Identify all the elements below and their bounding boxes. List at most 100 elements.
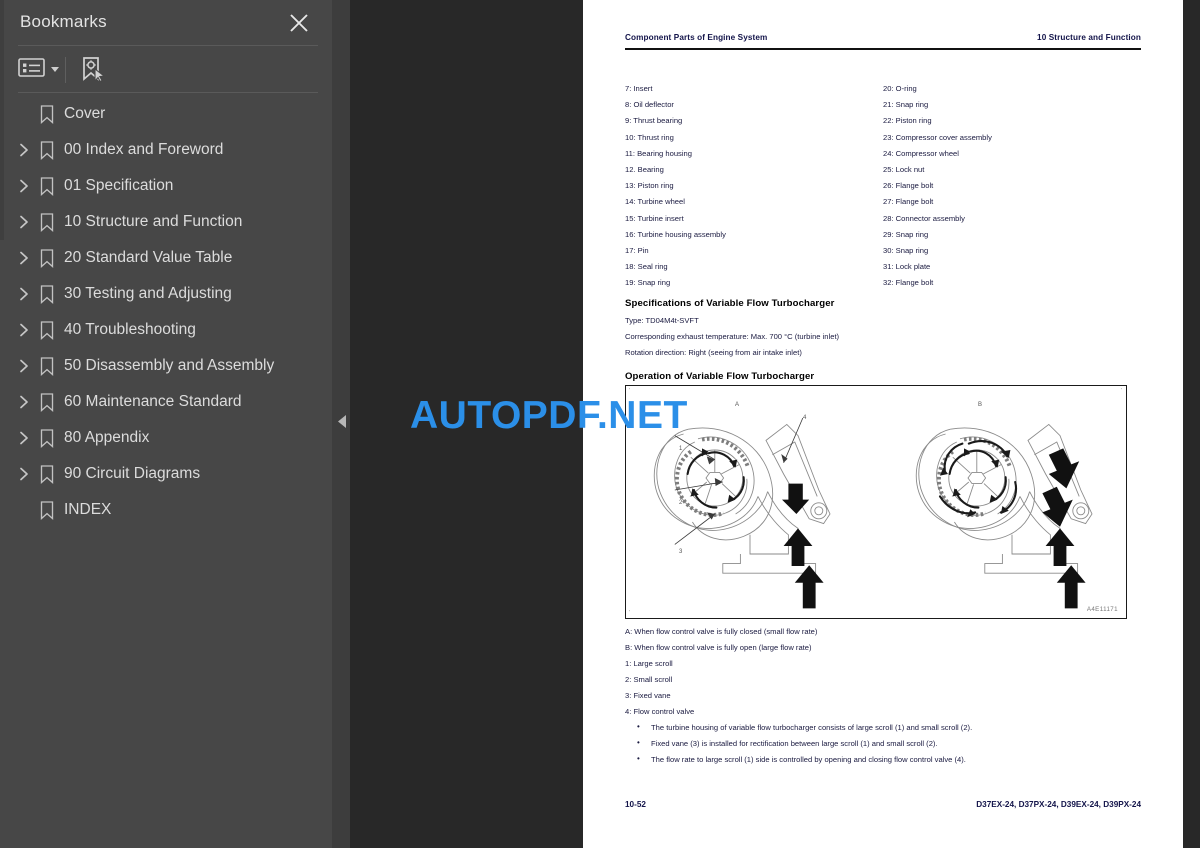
bookmark-item[interactable]: 10 Structure and Function xyxy=(0,204,332,240)
part-entry: 25: Lock nut xyxy=(883,165,925,175)
figure-note: 4: Flow control valve xyxy=(625,707,695,717)
document-viewer[interactable]: Component Parts of Engine System 10 Stru… xyxy=(350,0,1200,848)
part-entry: 11: Bearing housing xyxy=(625,148,692,158)
bookmarks-header: Bookmarks xyxy=(0,0,332,47)
parts-list-right: 20: O-ring 21: Snap ring 22: Piston ring 23… xyxy=(883,81,992,292)
figure-note: 1: Large scroll xyxy=(625,659,673,669)
chevron-right-icon[interactable] xyxy=(14,420,34,456)
part-entry: 10: Thrust ring xyxy=(625,132,674,142)
bookmark-icon xyxy=(37,492,57,528)
chevron-left-icon xyxy=(337,414,348,434)
figure-callout-2: 2 xyxy=(679,500,683,506)
page-footer-left: 10-52 xyxy=(625,800,646,809)
part-entry: 14: Turbine wheel xyxy=(625,197,685,207)
pdf-page: Component Parts of Engine System 10 Stru… xyxy=(583,0,1183,848)
bookmark-icon xyxy=(37,312,57,348)
bookmark-item[interactable]: 50 Disassembly and Assembly xyxy=(0,348,332,384)
chevron-right-icon[interactable] xyxy=(14,276,34,312)
figure-note: A: When flow control valve is fully clos… xyxy=(625,627,818,636)
bookmark-icon xyxy=(37,204,57,240)
part-entry: 32: Flange bolt xyxy=(883,278,934,288)
bookmark-icon xyxy=(37,456,57,492)
bookmark-options-button[interactable] xyxy=(18,56,59,83)
part-entry: 27: Flange bolt xyxy=(883,197,934,207)
close-icon[interactable] xyxy=(286,10,312,36)
figure-note: B: When flow control valve is fully open… xyxy=(625,643,812,653)
header-divider xyxy=(18,45,318,46)
part-entry: 30: Snap ring xyxy=(883,246,929,256)
figure-notes: A: When flow control valve is fully clos… xyxy=(625,624,817,721)
figure-callout-4: 4 xyxy=(803,415,807,421)
page-footer-right: D37EX-24, D37PX-24, D39EX-24, D39PX-24 xyxy=(976,800,1141,809)
chevron-right-icon[interactable] xyxy=(14,456,34,492)
part-entry: 22: Piston ring xyxy=(883,116,932,126)
figure-bullets: The turbine housing of variable flow tur… xyxy=(633,719,972,768)
chevron-right-icon[interactable] xyxy=(14,168,34,204)
figure-bullet: The flow rate to large scroll (1) side i… xyxy=(633,751,972,768)
select-bookmark-button[interactable] xyxy=(78,56,106,87)
parts-list-left: 7: Insert 8: Oil deflector 9: Thrust beari… xyxy=(625,81,726,292)
turbocharger-figure: ' ' ' A B 1 2 3 4 A4E11171 xyxy=(625,385,1127,619)
bookmark-icon xyxy=(37,348,57,384)
page-header-rule xyxy=(625,48,1141,50)
bookmark-item[interactable]: 90 Circuit Diagrams xyxy=(0,456,332,492)
part-entry: 20: O-ring xyxy=(883,84,917,93)
bookmark-item[interactable]: 00 Index and Foreword xyxy=(0,132,332,168)
chevron-right-icon[interactable] xyxy=(14,204,34,240)
page-header-left: Component Parts of Engine System xyxy=(625,33,768,42)
part-entry: 12. Bearing xyxy=(625,165,664,175)
toolbar-separator xyxy=(65,57,66,83)
collapse-sidebar-handle[interactable] xyxy=(336,412,348,436)
bookmark-item-label: 30 Testing and Adjusting xyxy=(64,285,232,302)
part-entry: 18: Seal ring xyxy=(625,262,668,272)
bookmark-item-label: Cover xyxy=(64,105,106,122)
part-entry: 21: Snap ring xyxy=(883,100,929,110)
bookmarks-toolbar xyxy=(0,47,332,94)
bookmark-item[interactable]: 40 Troubleshooting xyxy=(0,312,332,348)
bookmark-item[interactable]: 60 Maintenance Standard xyxy=(0,384,332,420)
part-entry: 16: Turbine housing assembly xyxy=(625,229,726,239)
toolbar-divider xyxy=(18,92,318,93)
bookmark-icon xyxy=(37,384,57,420)
bookmark-item[interactable]: 80 Appendix xyxy=(0,420,332,456)
chevron-down-icon xyxy=(51,67,59,72)
spec-line-rotation-direction: Rotation direction: Right (seeing from a… xyxy=(625,348,802,357)
part-entry: 23: Compressor cover assembly xyxy=(883,132,992,142)
part-entry: 9: Thrust bearing xyxy=(625,116,683,126)
pdf-reader-window: Bookmarks Cover 00 Index and Foreword 01… xyxy=(0,0,1200,848)
part-entry: 28: Connector assembly xyxy=(883,213,965,223)
bookmarks-list: Cover 00 Index and Foreword 01 Specificati… xyxy=(0,96,332,528)
bookmark-item[interactable]: INDEX xyxy=(0,492,332,528)
figure-bullet: Fixed vane (3) is installed for rectific… xyxy=(633,735,972,752)
list-options-icon xyxy=(18,56,45,83)
part-entry: 15: Turbine insert xyxy=(625,213,684,223)
figure-callout-3: 3 xyxy=(679,549,683,555)
bookmark-item[interactable]: 30 Testing and Adjusting xyxy=(0,276,332,312)
bookmark-item-label: 20 Standard Value Table xyxy=(64,249,233,266)
chevron-right-icon[interactable] xyxy=(14,348,34,384)
part-entry: 19: Snap ring xyxy=(625,278,671,288)
part-entry: 24: Compressor wheel xyxy=(883,148,959,158)
bookmark-icon xyxy=(37,240,57,276)
bookmark-item-label: 01 Specification xyxy=(64,177,174,194)
bookmark-item-label: 50 Disassembly and Assembly xyxy=(64,357,275,374)
part-entry: 8: Oil deflector xyxy=(625,100,674,110)
bookmark-item-label: 60 Maintenance Standard xyxy=(64,393,242,410)
chevron-right-icon[interactable] xyxy=(14,384,34,420)
figure-note: 2: Small scroll xyxy=(625,675,673,685)
page-header-right: 10 Structure and Function xyxy=(1037,33,1141,42)
chevron-right-icon[interactable] xyxy=(14,312,34,348)
bookmark-item[interactable]: 01 Specification xyxy=(0,168,332,204)
bookmark-item-label: 90 Circuit Diagrams xyxy=(64,465,201,482)
spec-line-exhaust-temperature: Corresponding exhaust temperature: Max. … xyxy=(625,332,840,341)
chevron-right-icon[interactable] xyxy=(14,240,34,276)
bookmark-item[interactable]: 20 Standard Value Table xyxy=(0,240,332,276)
bookmark-icon xyxy=(37,168,57,204)
part-entry: 26: Flange bolt xyxy=(883,181,934,191)
bookmarks-title: Bookmarks xyxy=(20,12,107,31)
bookmark-item[interactable]: Cover xyxy=(0,96,332,132)
chevron-right-icon[interactable] xyxy=(14,132,34,168)
bookmark-item-label: 00 Index and Foreword xyxy=(64,141,224,158)
specifications-heading: Specifications of Variable Flow Turbocha… xyxy=(625,298,835,309)
bookmark-item-label: INDEX xyxy=(64,501,112,518)
